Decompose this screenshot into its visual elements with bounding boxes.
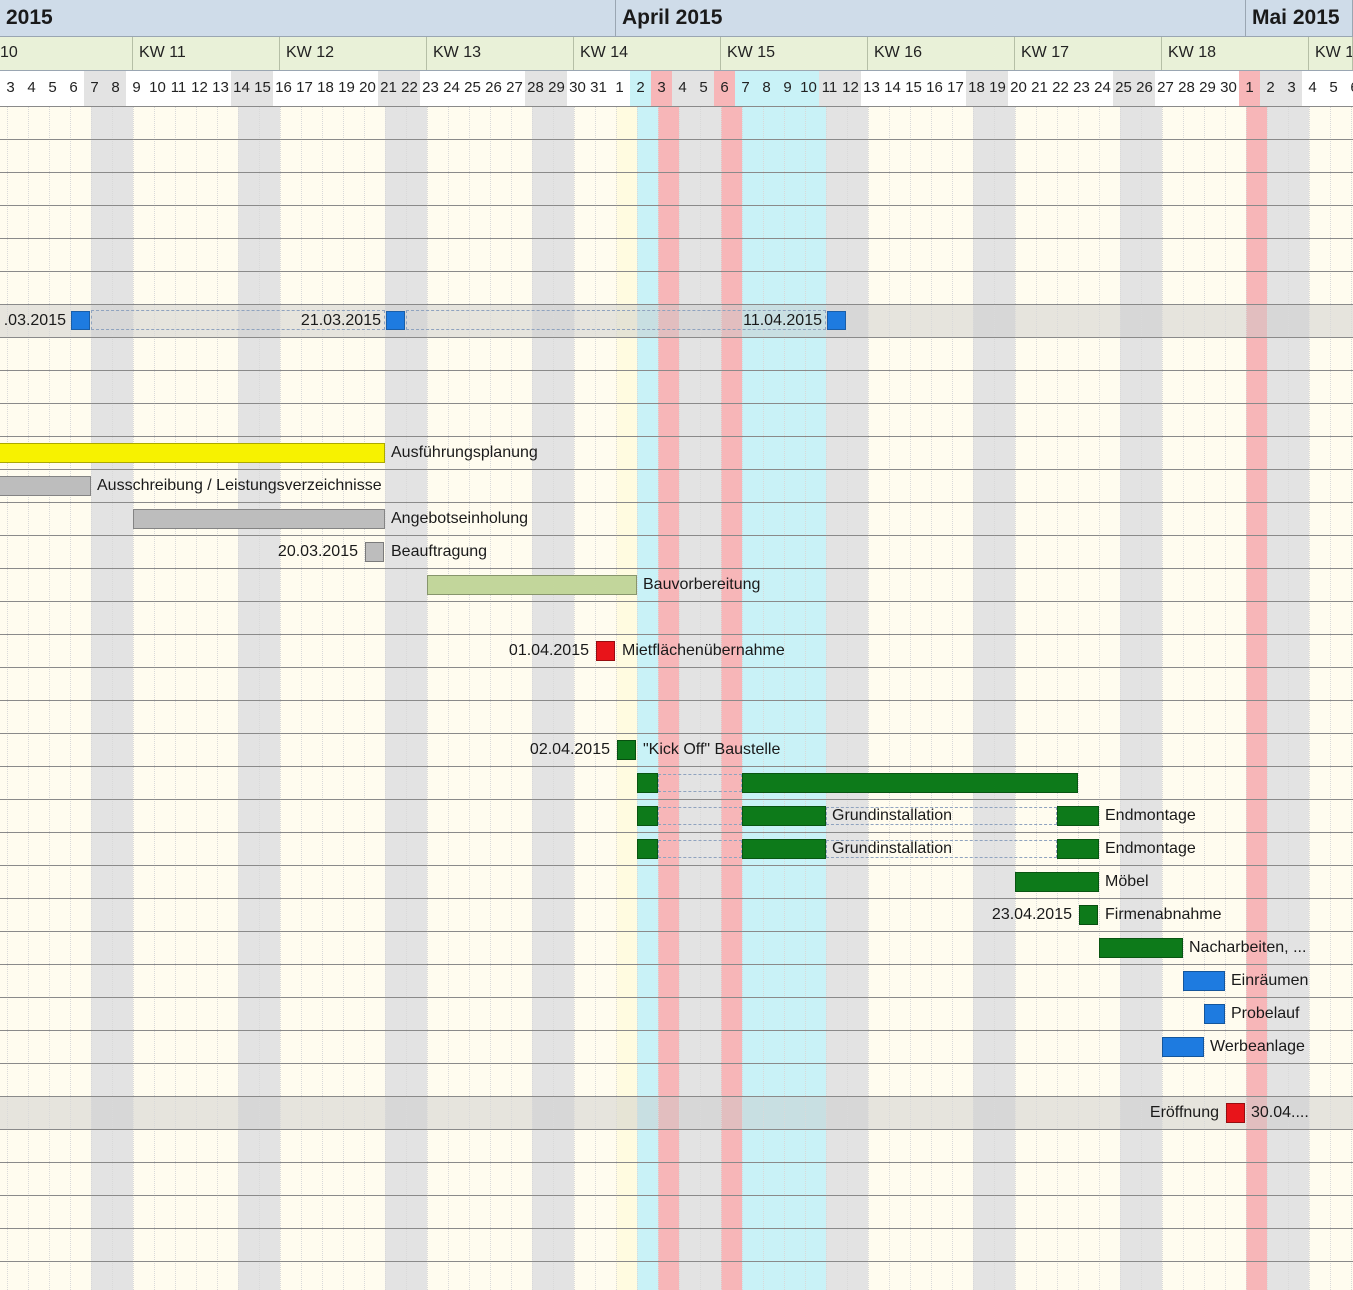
task-label: Nacharbeiten, ... — [1189, 939, 1307, 956]
task-label: Bauvorbereitung — [643, 576, 761, 593]
task-connector — [658, 840, 742, 858]
task-bar — [0, 476, 91, 496]
task-label: Möbel — [1105, 873, 1149, 890]
task-label: Endmontage — [1105, 840, 1196, 857]
task-label: Firmenabnahme — [1105, 906, 1222, 923]
task-label: Einräumen — [1231, 972, 1309, 989]
task-bar — [427, 575, 637, 595]
milestone-date-label: 02.04.2015 — [529, 741, 610, 758]
milestone-marker — [1226, 1103, 1245, 1123]
task-label: Grundinstallation — [832, 840, 953, 857]
task-bar — [742, 839, 826, 859]
task-label: Mietflächenübernahme — [622, 642, 785, 659]
task-bar — [1162, 1037, 1204, 1057]
milestone-marker — [365, 542, 384, 562]
task-label: "Kick Off" Baustelle — [643, 741, 781, 758]
milestone-marker — [1079, 905, 1098, 925]
gantt-chart: 2015 April 2015 Mai 2015 10 KW 11 KW 12 KW 13 K… — [0, 0, 1353, 1290]
task-label: Endmontage — [1105, 807, 1196, 824]
task-connector — [658, 807, 742, 825]
task-bar — [133, 509, 385, 529]
task-bar — [1015, 872, 1099, 892]
task-connector — [658, 774, 742, 792]
task-label: Eröffnung — [1149, 1104, 1219, 1121]
milestone-date-label: 23.04.2015 — [991, 906, 1072, 923]
milestone-date-label: 11.04.2015 — [743, 312, 822, 329]
task-label: Grundinstallation — [832, 807, 953, 824]
milestone-date-label: 30.04.... — [1251, 1104, 1309, 1121]
task-layer: .03.2015 21.03.2015 11.04.2015 Ausführungsp… — [0, 0, 1353, 1290]
milestone-date-label: 01.04.2015 — [508, 642, 589, 659]
milestone-marker — [386, 311, 405, 330]
milestone-date-label: 20.03.2015 — [277, 543, 358, 560]
milestone-date-label: 21.03.2015 — [300, 312, 381, 329]
task-bar — [1204, 1004, 1225, 1024]
milestone-date-label: .03.2015 — [3, 312, 66, 329]
task-bar — [1057, 839, 1099, 859]
task-label: Angebotseinholung — [391, 510, 529, 527]
task-label: Ausführungsplanung — [391, 444, 538, 461]
task-bar — [637, 839, 658, 859]
task-bar — [742, 773, 1078, 793]
task-label: Ausschreibung / Leistungsverzeichnisse — [97, 477, 382, 494]
task-label: Beauftragung — [391, 543, 488, 560]
task-bar — [1057, 806, 1099, 826]
milestone-marker — [71, 311, 90, 330]
task-bar — [742, 806, 826, 826]
milestone-marker — [596, 641, 615, 661]
task-bar — [1183, 971, 1225, 991]
task-bar — [637, 806, 658, 826]
task-label: Werbeanlage — [1210, 1038, 1305, 1055]
task-bar — [637, 773, 658, 793]
task-bar — [0, 443, 385, 463]
task-label: Probelauf — [1231, 1005, 1300, 1022]
milestone-marker — [617, 740, 636, 760]
milestone-marker — [827, 311, 846, 330]
task-bar — [1099, 938, 1183, 958]
